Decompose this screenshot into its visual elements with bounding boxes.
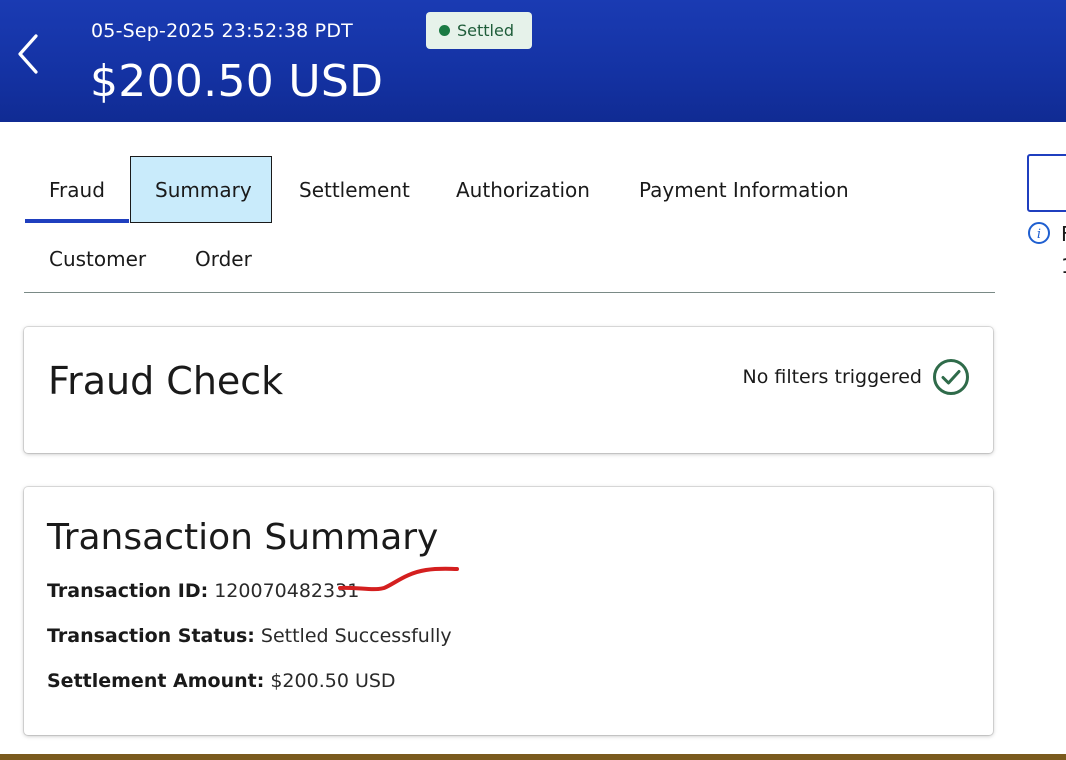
fraud-check-title: Fraud Check: [48, 359, 284, 403]
tabs-divider: [24, 292, 995, 293]
settlement-amount-label: Settlement Amount:: [47, 670, 265, 692]
back-button[interactable]: [8, 30, 48, 78]
tab-summary[interactable]: Summary: [155, 178, 252, 202]
transaction-header: 05-Sep-2025 23:52:38 PDT $200.50 USD Set…: [0, 0, 1066, 122]
transaction-status-label: Transaction Status:: [47, 625, 255, 647]
side-panel-input[interactable]: [1027, 154, 1066, 212]
transaction-id-label: Transaction ID:: [47, 580, 209, 602]
tab-fraud-active-indicator: [25, 219, 129, 223]
fraud-check-status: No filters triggered: [742, 366, 922, 388]
transaction-status-value: Settled Successfully: [260, 625, 452, 647]
tab-fraud[interactable]: Fraud: [49, 178, 105, 202]
transaction-summary-title: Transaction Summary: [47, 517, 439, 558]
tab-order[interactable]: Order: [195, 247, 252, 271]
side-panel-text-line1: F: [1061, 222, 1066, 246]
side-panel-text-line2: 1: [1061, 254, 1066, 278]
status-dot-icon: [439, 25, 450, 36]
tab-customer[interactable]: Customer: [49, 247, 146, 271]
chevron-left-icon: [18, 34, 38, 74]
transaction-amount: $200.50 USD: [90, 56, 384, 107]
status-badge-label: Settled: [457, 21, 514, 40]
tab-authorization[interactable]: Authorization: [456, 178, 590, 202]
svg-text:i: i: [1037, 227, 1041, 242]
settlement-amount-row: Settlement Amount: $200.50 USD: [47, 670, 396, 692]
settlement-amount-value: $200.50 USD: [270, 670, 396, 692]
check-circle-icon: [933, 359, 969, 395]
transaction-status-row: Transaction Status: Settled Successfully: [47, 625, 452, 647]
tab-payment-information[interactable]: Payment Information: [639, 178, 849, 202]
annotation-underline-mark: [338, 566, 459, 592]
transaction-id-row: Transaction ID: 120070482331: [47, 580, 359, 602]
transaction-datetime: 05-Sep-2025 23:52:38 PDT: [91, 20, 353, 42]
transaction-summary-card: Transaction Summary Transaction ID: 12007…: [24, 487, 993, 735]
status-badge: Settled: [426, 12, 532, 49]
fraud-check-card: Fraud Check No filters triggered: [24, 327, 993, 453]
bottom-edge-strip: [0, 754, 1066, 760]
info-icon: i: [1028, 222, 1050, 244]
tab-settlement[interactable]: Settlement: [299, 178, 410, 202]
